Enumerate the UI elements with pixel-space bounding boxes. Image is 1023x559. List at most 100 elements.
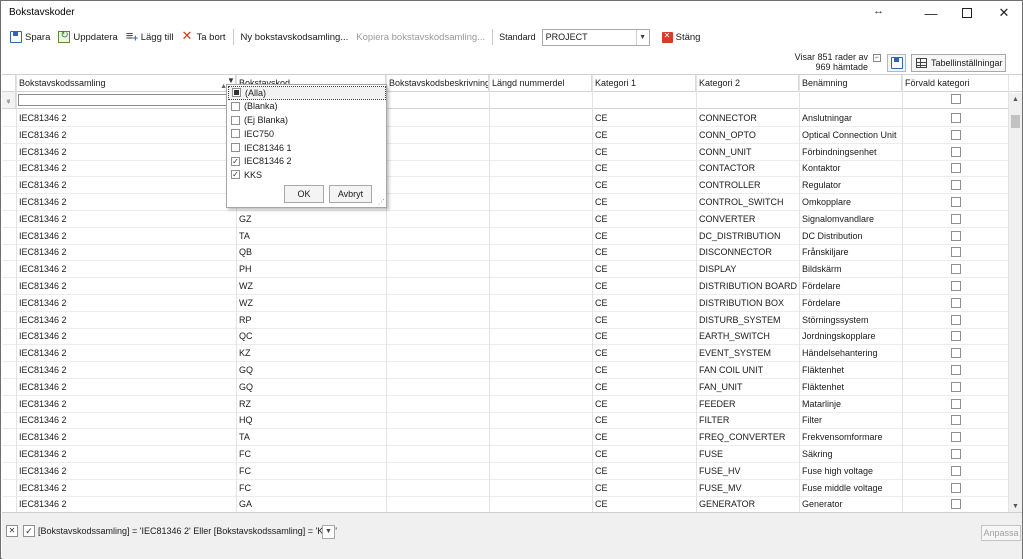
cell-description[interactable] (386, 160, 489, 176)
table-row[interactable]: IEC81346 2 PH CE DISPLAY Bildskärm (2, 261, 1008, 279)
cell-cat2[interactable]: FUSE_MV (696, 480, 799, 496)
cell-collection[interactable]: IEC81346 2 (16, 177, 236, 193)
cell-cat2[interactable]: DISTRIBUTION BOX (696, 295, 799, 311)
table-row[interactable]: IEC81346 2 CE CONN_UNIT Förbindningsenhet (2, 144, 1008, 161)
table-row[interactable]: IEC81346 2 QC CE EARTH_SWITCH Jordningskoppl… (2, 328, 1008, 346)
table-row[interactable]: IEC81346 2 CE CONTROLLER Regulator (2, 177, 1008, 195)
cell-description[interactable] (386, 446, 489, 462)
cell-length[interactable] (489, 412, 592, 428)
cell-cat2[interactable]: FAN COIL UNIT (696, 362, 799, 378)
cell-cat2[interactable]: CONTROLLER (696, 177, 799, 193)
cell-collection[interactable]: IEC81346 2 (16, 496, 236, 512)
cell-length[interactable] (489, 429, 592, 445)
cell-collection[interactable]: IEC81346 2 (16, 312, 236, 328)
cell-description[interactable] (386, 144, 489, 160)
cell-description[interactable] (386, 412, 489, 428)
filter-option[interactable]: (Alla) (228, 86, 386, 100)
close-button[interactable]: Stäng (658, 27, 705, 47)
cell-collection[interactable]: IEC81346 2 (16, 228, 236, 244)
cell-name[interactable]: Fläktenhet (799, 362, 902, 378)
cell-name[interactable]: Frånskiljare (799, 244, 902, 260)
cell-collection[interactable]: IEC81346 2 (16, 194, 236, 210)
filter-option-checkbox[interactable] (231, 129, 240, 139)
default-category-checkbox[interactable] (951, 465, 961, 476)
cell-cat2[interactable]: FAN_UNIT (696, 379, 799, 395)
column-header-number-length[interactable]: Längd nummerdel (489, 75, 592, 92)
cell-length[interactable] (489, 295, 592, 311)
cell-description[interactable] (386, 345, 489, 361)
cell-cat1[interactable]: CE (592, 261, 696, 277)
default-category-checkbox[interactable] (951, 398, 961, 409)
table-row[interactable]: IEC81346 2 TA CE DC_DISTRIBUTION DC Distribu… (2, 228, 1008, 245)
cell-collection[interactable]: IEC81346 2 (16, 396, 236, 412)
cell-collection[interactable]: IEC81346 2 (16, 328, 236, 344)
default-category-checkbox[interactable] (951, 314, 961, 325)
scroll-down-icon[interactable]: ▼ (1009, 500, 1022, 512)
cell-code[interactable]: WZ (236, 295, 386, 311)
cell-length[interactable] (489, 211, 592, 227)
cell-description[interactable] (386, 312, 489, 328)
cell-name[interactable]: Regulator (799, 177, 902, 193)
resize-grip-icon[interactable]: ⋰ (378, 198, 385, 206)
cell-cat1[interactable]: CE (592, 228, 696, 244)
cell-cat1[interactable]: CE (592, 429, 696, 445)
cell-code[interactable]: TA (236, 429, 386, 445)
table-row[interactable]: IEC81346 2 HQ CE FILTER Filter (2, 412, 1008, 430)
cell-cat2[interactable]: DISPLAY (696, 261, 799, 277)
cell-name[interactable]: Matarlinje (799, 396, 902, 412)
cell-cat2[interactable]: FUSE_HV (696, 463, 799, 479)
cell-code[interactable]: QB (236, 244, 386, 260)
cell-collection[interactable]: IEC81346 2 (16, 110, 236, 126)
maximize-button[interactable] (949, 1, 985, 25)
cell-name[interactable]: Säkring (799, 446, 902, 462)
cell-description[interactable] (386, 295, 489, 311)
cell-cat2[interactable]: CONTACTOR (696, 160, 799, 176)
cell-collection[interactable]: IEC81346 2 (16, 244, 236, 260)
default-category-checkbox[interactable] (951, 180, 961, 191)
cell-cat1[interactable]: CE (592, 278, 696, 294)
cell-name[interactable]: Störningssystem (799, 312, 902, 328)
default-category-checkbox[interactable] (951, 247, 961, 258)
cell-cat1[interactable]: CE (592, 127, 696, 143)
table-row[interactable]: IEC81346 2 FC CE FUSE_MV Fuse middle voltage (2, 480, 1008, 497)
table-row[interactable]: IEC81346 2 TA CE FREQ_CONVERTER Frekvensomfo… (2, 429, 1008, 447)
cell-cat1[interactable]: CE (592, 144, 696, 160)
cell-length[interactable] (489, 194, 592, 210)
cell-length[interactable] (489, 110, 592, 126)
cell-length[interactable] (489, 278, 592, 294)
cell-name[interactable]: DC Distribution (799, 228, 902, 244)
filter-option[interactable]: ✓ KKS (228, 168, 386, 182)
cell-length[interactable] (489, 463, 592, 479)
default-category-checkbox[interactable] (951, 163, 961, 174)
filter-option[interactable]: IEC750 (228, 127, 386, 141)
table-row[interactable]: IEC81346 2 QB CE DISCONNECTOR Frånskiljare (2, 244, 1008, 262)
cell-name[interactable]: Signalomvandlare (799, 211, 902, 227)
cell-code[interactable]: TA (236, 228, 386, 244)
cell-collection[interactable]: IEC81346 2 (16, 127, 236, 143)
filter-option[interactable]: IEC81346 1 (228, 141, 386, 155)
cell-cat1[interactable]: CE (592, 345, 696, 361)
table-row[interactable]: IEC81346 2 WZ CE DISTRIBUTION BOARD Fördelar… (2, 278, 1008, 295)
cell-code[interactable]: FC (236, 446, 386, 462)
cell-code[interactable]: GQ (236, 362, 386, 378)
cell-collection[interactable]: IEC81346 2 (16, 211, 236, 227)
cell-cat2[interactable]: EVENT_SYSTEM (696, 345, 799, 361)
cell-description[interactable] (386, 496, 489, 512)
filter-option[interactable]: ✓ IEC81346 2 (228, 155, 386, 169)
cell-collection[interactable]: IEC81346 2 (16, 412, 236, 428)
cell-length[interactable] (489, 328, 592, 344)
update-button[interactable]: Uppdatera (54, 27, 121, 47)
default-category-checkbox[interactable] (951, 432, 961, 443)
cell-cat2[interactable]: CONNECTOR (696, 110, 799, 126)
cell-cat2[interactable]: DISCONNECTOR (696, 244, 799, 260)
table-row[interactable]: IEC81346 2 RZ CE FEEDER Matarlinje (2, 396, 1008, 413)
table-row[interactable]: IEC81346 2 WZ CE DISTRIBUTION BOX Fördelare (2, 295, 1008, 312)
default-category-checkbox[interactable] (951, 230, 961, 241)
cell-length[interactable] (489, 144, 592, 160)
new-collection-button[interactable]: Ny bokstavskodsamling... (237, 27, 353, 47)
default-category-checkbox[interactable] (951, 449, 961, 459)
add-button[interactable]: Lägg till (122, 27, 178, 47)
default-category-checkbox[interactable] (951, 499, 961, 510)
table-settings-button[interactable]: Tabellinställningar (911, 54, 1006, 72)
cell-length[interactable] (489, 446, 592, 462)
